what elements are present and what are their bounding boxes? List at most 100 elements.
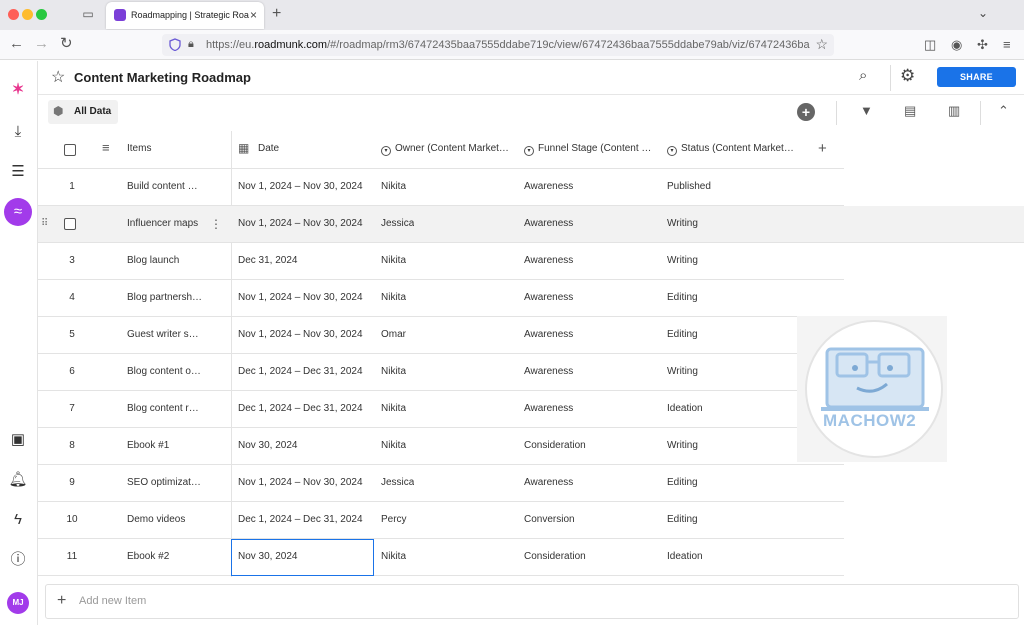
cell-status[interactable]: Writing — [667, 440, 698, 451]
table-row[interactable]: 7 Blog content r… Dec 1, 2024 – Dec 31, 20… — [38, 391, 844, 428]
column-header-date[interactable]: Date — [258, 143, 279, 154]
table-row[interactable]: 4 Blog partnersh… Nov 1, 2024 – Nov 30, 20… — [38, 280, 844, 317]
table-row[interactable]: 8 Ebook #1 Nov 30, 2024 Nikita Consideration… — [38, 428, 844, 465]
table-row[interactable]: 5 Guest writer s… Nov 1, 2024 – Nov 30, 20… — [38, 317, 844, 354]
cell-date[interactable]: Nov 1, 2024 – Nov 30, 2024 — [238, 292, 363, 303]
table-row[interactable]: 1 Build content … Nov 1, 2024 – Nov 30, 20… — [38, 169, 844, 206]
table-row[interactable]: 6 Blog content o… Dec 1, 2024 – Dec 31, 20… — [38, 354, 844, 391]
roadmap-icon[interactable]: ≈ — [4, 198, 32, 226]
maximize-window-button[interactable] — [36, 9, 47, 20]
cell-date[interactable]: Nov 1, 2024 – Nov 30, 2024 — [238, 329, 363, 340]
menu-icon[interactable]: ≡ — [1003, 37, 1011, 52]
new-tab-icon[interactable]: + — [272, 5, 281, 23]
gear-icon[interactable]: ⚙ — [900, 66, 915, 86]
more-options-icon[interactable]: ⋮ — [210, 217, 222, 231]
bolt-icon[interactable]: ϟ — [7, 509, 29, 531]
cell-status[interactable]: Ideation — [667, 551, 703, 562]
cell-funnel-stage[interactable]: Awareness — [524, 403, 573, 414]
search-icon[interactable]: ⌕ — [859, 67, 867, 84]
forward-icon[interactable]: → — [34, 36, 49, 52]
cell-owner[interactable]: Jessica — [381, 218, 414, 229]
cell-funnel-stage[interactable]: Awareness — [524, 255, 573, 266]
layout-icon[interactable]: ▥ — [948, 104, 960, 118]
cell-date[interactable]: Nov 1, 2024 – Nov 30, 2024 — [238, 477, 363, 488]
all-data-button[interactable]: ⬢ All Data — [48, 100, 118, 124]
cell-status[interactable]: Editing — [667, 477, 698, 488]
account-icon[interactable]: ◉ — [951, 37, 962, 53]
cell-status[interactable]: Writing — [667, 366, 698, 377]
cell-owner[interactable]: Omar — [381, 329, 406, 340]
cell-status[interactable]: Editing — [667, 329, 698, 340]
cell-funnel-stage[interactable]: Awareness — [524, 218, 573, 229]
cell-owner[interactable]: Percy — [381, 514, 407, 525]
cell-item[interactable]: Blog content r… — [127, 403, 207, 414]
cell-item[interactable]: Ebook #1 — [127, 440, 207, 451]
cell-funnel-stage[interactable]: Awareness — [524, 366, 573, 377]
cell-item[interactable]: Blog partnersh… — [127, 292, 207, 303]
cell-owner[interactable]: Jessica — [381, 477, 414, 488]
cell-item[interactable]: Influencer maps — [127, 218, 207, 229]
cell-status[interactable]: Editing — [667, 514, 698, 525]
column-header-items[interactable]: Items — [127, 143, 151, 154]
table-row[interactable]: 11 Ebook #2 Nov 30, 2024 Nikita Consideratio… — [38, 539, 844, 576]
cell-funnel-stage[interactable]: Awareness — [524, 477, 573, 488]
collapse-icon[interactable]: ⌃ — [998, 104, 1009, 118]
column-header-status[interactable]: ▾ Status (Content Market… — [667, 143, 794, 156]
drag-handle-icon[interactable]: ⠿ — [41, 218, 48, 229]
cell-item[interactable]: SEO optimizat… — [127, 477, 207, 488]
cell-date[interactable]: Nov 1, 2024 – Nov 30, 2024 — [238, 181, 363, 192]
cell-date[interactable]: Dec 1, 2024 – Dec 31, 2024 — [238, 514, 363, 525]
cell-status[interactable]: Published — [667, 181, 711, 192]
cell-funnel-stage[interactable]: Awareness — [524, 292, 573, 303]
cell-date[interactable]: Dec 1, 2024 – Dec 31, 2024 — [238, 403, 363, 414]
reload-icon[interactable]: ↻ — [60, 36, 73, 52]
cell-funnel-stage[interactable]: Conversion — [524, 514, 575, 525]
column-header-funnel[interactable]: ▾ Funnel Stage (Content … — [524, 143, 651, 156]
tab-list-icon[interactable]: ▭ — [81, 7, 95, 21]
cell-owner[interactable]: Nikita — [381, 551, 406, 562]
cell-date[interactable]: Dec 31, 2024 — [238, 255, 298, 266]
table-row[interactable]: ⠿ ⋮ Influencer maps Nov 1, 2024 – Nov 30, 2… — [38, 206, 1024, 243]
cell-item[interactable]: Demo videos — [127, 514, 207, 525]
cell-owner[interactable]: Nikita — [381, 292, 406, 303]
select-all-checkbox[interactable] — [64, 144, 76, 156]
cell-item[interactable]: Blog content o… — [127, 366, 207, 377]
cell-status[interactable]: Writing — [667, 218, 698, 229]
cell-funnel-stage[interactable]: Consideration — [524, 440, 586, 451]
close-window-button[interactable] — [8, 9, 19, 20]
cell-owner[interactable]: Nikita — [381, 440, 406, 451]
cell-item[interactable]: Build content … — [127, 181, 207, 192]
column-header-owner[interactable]: ▾ Owner (Content Market… — [381, 143, 509, 156]
cell-status[interactable]: Editing — [667, 292, 698, 303]
list-icon[interactable]: ☰ — [7, 161, 29, 183]
table-row[interactable]: 9 SEO optimizat… Nov 1, 2024 – Nov 30, 202… — [38, 465, 844, 502]
share-button[interactable]: SHARE — [937, 67, 1016, 87]
add-button[interactable]: + — [797, 103, 815, 121]
cell-funnel-stage[interactable]: Awareness — [524, 329, 573, 340]
user-avatar[interactable]: MJ — [7, 592, 29, 614]
cell-funnel-stage[interactable]: Consideration — [524, 551, 586, 562]
cell-status[interactable]: Writing — [667, 255, 698, 266]
cell-status[interactable]: Ideation — [667, 403, 703, 414]
cell-owner[interactable]: Nikita — [381, 181, 406, 192]
cell-date[interactable]: Dec 1, 2024 – Dec 31, 2024 — [238, 366, 363, 377]
add-item-row[interactable]: + Add new Item — [45, 584, 1019, 619]
cell-item[interactable]: Blog launch — [127, 255, 207, 266]
cell-owner[interactable]: Nikita — [381, 366, 406, 377]
table-row[interactable]: 3 Blog launch Dec 31, 2024 Nikita Awareness W… — [38, 243, 844, 280]
import-icon[interactable]: ⤓ — [7, 121, 29, 143]
extensions-icon[interactable]: ✣ — [977, 37, 988, 53]
cell-owner[interactable]: Nikita — [381, 403, 406, 414]
filter-icon[interactable]: ▼ — [860, 104, 873, 118]
minimize-window-button[interactable] — [22, 9, 33, 20]
row-checkbox[interactable] — [64, 218, 76, 230]
cell-item[interactable]: Ebook #2 — [127, 551, 207, 562]
address-bar[interactable]: 🔒︎ https://eu.roadmunk.com/#/roadmap/rm3… — [162, 34, 834, 56]
cell-funnel-stage[interactable]: Awareness — [524, 181, 573, 192]
pocket-icon[interactable]: ◫ — [924, 37, 936, 53]
cell-date[interactable]: Nov 1, 2024 – Nov 30, 2024 — [238, 218, 363, 229]
table-row[interactable]: 10 Demo videos Dec 1, 2024 – Dec 31, 2024 P… — [38, 502, 844, 539]
roadmunk-logo-icon[interactable]: ✶ — [7, 79, 29, 101]
help-icon[interactable]: ⓘ — [7, 549, 29, 571]
cell-date[interactable]: Nov 30, 2024 — [238, 440, 298, 451]
